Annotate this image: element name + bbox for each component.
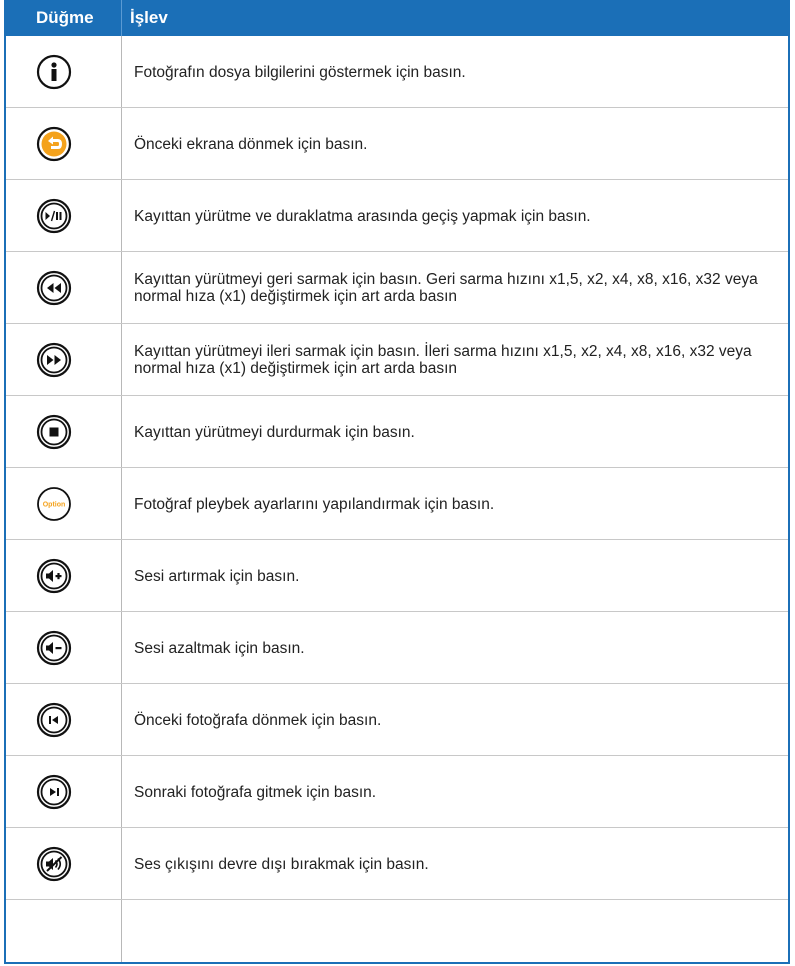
row-description: Önceki ekrana dönmek için basın.: [134, 135, 368, 153]
row-description: Sesi azaltmak için basın.: [134, 639, 305, 657]
previous-icon: [36, 702, 72, 738]
option-icon-label: Option: [43, 502, 66, 509]
row-description: Ses çıkışını devre dışı bırakmak için ba…: [134, 855, 429, 873]
table-row: Ses çıkışını devre dışı bırakmak için ba…: [6, 828, 788, 900]
header-divider: [121, 0, 122, 36]
row-description: Kayıttan yürütmeyi geri sarmak için bası…: [134, 271, 758, 305]
rewind-icon: [36, 270, 72, 306]
play-pause-icon: [36, 198, 72, 234]
row-description: Fotoğrafın dosya bilgilerini göstermek i…: [134, 63, 466, 81]
button-function-table: Düğme İşlev Fotoğrafın dosya bilgilerini…: [4, 0, 790, 964]
table-row: Kayıttan yürütmeyi geri sarmak için bası…: [6, 252, 788, 324]
table-row: Sesi azaltmak için basın.: [6, 612, 788, 684]
mute-icon: [36, 846, 72, 882]
table-row: Kayıttan yürütme ve duraklatma arasında …: [6, 180, 788, 252]
option-icon: Option: [36, 486, 72, 522]
row-description: Kayıttan yürütmeyi ileri sarmak için bas…: [134, 343, 752, 377]
volume-up-icon: [36, 558, 72, 594]
volume-down-icon: [36, 630, 72, 666]
table-row: Önceki ekrana dönmek için basın.: [6, 108, 788, 180]
stop-icon: [36, 414, 72, 450]
table-row: Önceki fotoğrafa dönmek için basın.: [6, 684, 788, 756]
info-icon: [36, 54, 72, 90]
table-row: Kayıttan yürütmeyi ileri sarmak için bas…: [6, 324, 788, 396]
table-header: Düğme İşlev: [6, 0, 788, 36]
row-description: Önceki fotoğrafa dönmek için basın.: [134, 711, 382, 729]
back-icon: [36, 126, 72, 162]
table-row: Kayıttan yürütmeyi durdurmak için basın.: [6, 396, 788, 468]
row-description: Sesi artırmak için basın.: [134, 567, 300, 585]
table-row: Option Fotoğraf pleybek ayarlarını yapıl…: [6, 468, 788, 540]
row-description: Kayıttan yürütme ve duraklatma arasında …: [134, 207, 591, 225]
table-row: Fotoğrafın dosya bilgilerini göstermek i…: [6, 36, 788, 108]
row-description: Fotoğraf pleybek ayarlarını yapılandırma…: [134, 495, 495, 513]
header-button-column: Düğme: [36, 8, 94, 27]
table-row: Sesi artırmak için basın.: [6, 540, 788, 612]
table-row: Sonraki fotoğrafa gitmek için basın.: [6, 756, 788, 828]
row-description: Sonraki fotoğrafa gitmek için basın.: [134, 783, 377, 801]
header-function-column: İşlev: [130, 8, 168, 27]
next-icon: [36, 774, 72, 810]
fast-forward-icon: [36, 342, 72, 378]
row-description: Kayıttan yürütmeyi durdurmak için basın.: [134, 423, 415, 441]
